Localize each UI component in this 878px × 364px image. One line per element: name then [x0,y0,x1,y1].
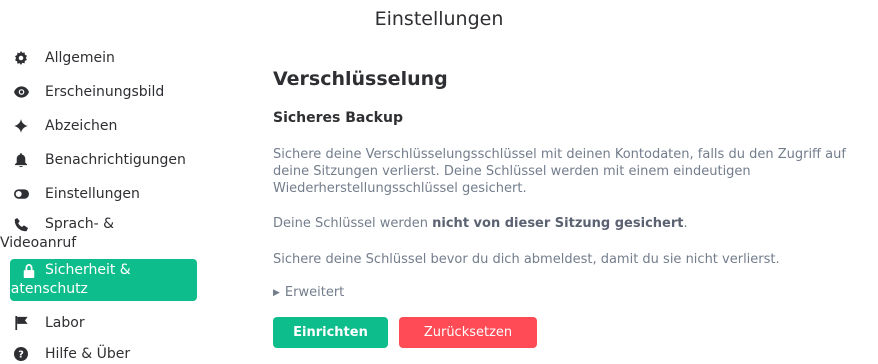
help-icon: ? [13,346,29,362]
advanced-label: Erweitert [284,285,345,300]
page-title: Einstellungen [374,8,504,30]
sidebar-item-label: Sprach- & Videoanruf [0,216,115,251]
setup-button[interactable]: Einrichten [273,317,388,348]
disclosure-triangle-icon: ▶ [273,288,280,298]
sidebar-item-label: Sicherheit & Datenschutz [0,262,131,297]
sidebar-item-voip[interactable]: Sprach- & Videoanruf [0,214,197,254]
sidebar-item-label: Hilfe & Über [45,346,131,362]
backup-status-bold: nicht von dieser Sitzung gesichert [432,216,684,231]
advanced-toggle[interactable]: ▶ Erweitert [273,285,344,300]
toggle-icon [13,186,29,202]
subsection-title: Sicheres Backup [273,110,403,126]
bell-icon [13,152,29,168]
backup-status: Deine Schlüssel werden nicht von dieser … [273,215,873,232]
sidebar-item-label: Allgemein [45,50,115,66]
backup-hint: Sichere deine Schlüssel bevor du dich ab… [273,252,780,267]
reset-button[interactable]: Zurücksetzen [399,317,537,348]
sparkle-icon [13,118,29,134]
sidebar-item-label: Abzeichen [45,118,118,134]
sidebar-item-label: Einstellungen [45,186,140,202]
gear-icon [13,50,29,66]
sidebar-item-security[interactable]: Sicherheit & Datenschutz [0,259,197,301]
backup-status-suffix: . [683,216,688,231]
eye-icon [13,84,29,100]
sidebar-item-label: Benachrichtigungen [45,152,186,168]
backup-status-prefix: Deine Schlüssel werden [273,216,433,231]
sidebar-item-label: Erscheinungsbild [45,84,165,100]
flag-icon [13,315,29,331]
svg-text:?: ? [18,350,24,361]
section-title: Verschlüsselung [273,68,448,90]
sidebar-item-label: Labor [45,315,85,331]
backup-description: Sichere deine Verschlüsselungsschlüssel … [273,147,846,196]
